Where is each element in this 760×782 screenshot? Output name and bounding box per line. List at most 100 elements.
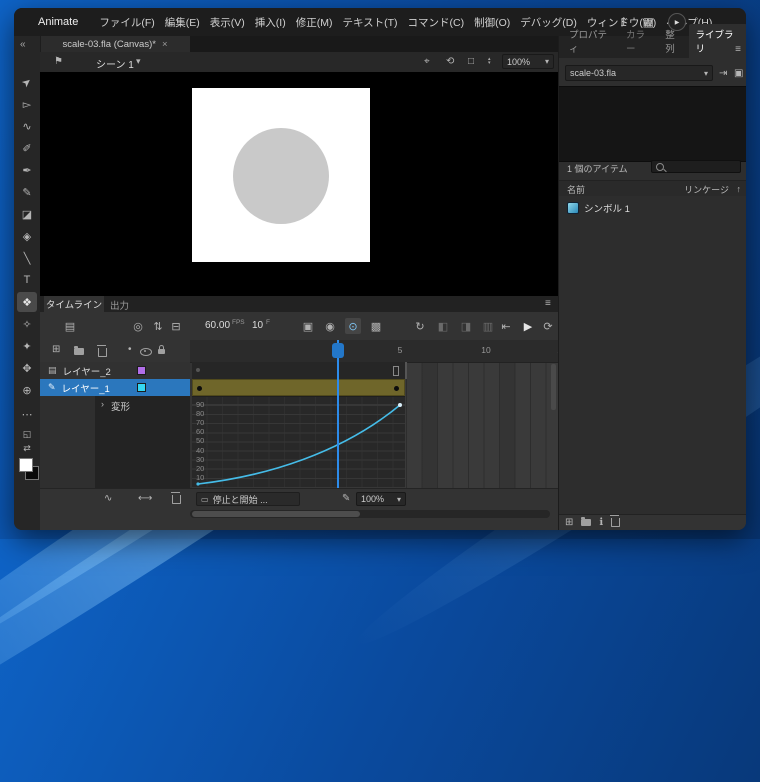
polystar-tool[interactable]: ✦ — [17, 336, 37, 356]
library-document-select[interactable]: scale-03.fla ▾ — [565, 65, 713, 81]
menu-view[interactable]: 表示(V) — [210, 15, 245, 30]
parenting-view-icon[interactable]: ⇅ — [150, 318, 166, 334]
layer-outline-color[interactable] — [137, 366, 146, 375]
layer-depth-icon[interactable]: ▤ — [62, 318, 78, 334]
lock-layers-icon[interactable] — [158, 349, 165, 354]
cut-frames-icon[interactable]: ▣ — [300, 318, 316, 334]
library-list[interactable]: シンボル 1 — [559, 196, 746, 514]
frame-rate-value[interactable]: 60.00 — [205, 320, 230, 331]
loop-frames-icon[interactable]: ↻ — [412, 318, 428, 334]
subselection-tool[interactable]: ▻ — [17, 94, 37, 114]
new-library-panel-icon[interactable]: ▣ — [734, 68, 743, 79]
hand-tool[interactable]: ✥ — [17, 358, 37, 378]
collapse-panel-icon[interactable]: « — [20, 39, 26, 50]
eraser-tool[interactable]: ◪ — [17, 204, 37, 224]
menu-commands[interactable]: コマンド(C) — [408, 15, 465, 30]
show-hide-icon[interactable] — [140, 348, 152, 356]
layer1-tween-span[interactable] — [192, 379, 405, 396]
close-icon[interactable]: × — [162, 39, 168, 50]
paint-bucket-tool[interactable]: ◈ — [17, 226, 37, 246]
tween-property-label[interactable]: 変形 — [111, 399, 130, 413]
tween-right-icon[interactable]: ▥ — [480, 318, 496, 334]
panel-menu-icon[interactable]: ≡ — [545, 298, 551, 309]
tab-output[interactable]: 出力 — [110, 298, 129, 312]
layer-outline-color[interactable] — [137, 383, 146, 392]
fluid-brush-tool[interactable]: ✐ — [17, 138, 37, 158]
frame-ruler[interactable]: 5 10 15 20 — [190, 340, 558, 363]
clip-content-icon[interactable]: □ — [468, 56, 474, 67]
loop-playback-icon[interactable]: ⟳ — [540, 318, 556, 334]
pen-tool[interactable]: ✒ — [17, 160, 37, 180]
ease-value-select[interactable]: 100% ▾ — [356, 492, 406, 506]
advanced-layers-icon[interactable]: ⊟ — [168, 318, 184, 334]
delete-layer-icon[interactable] — [98, 348, 107, 357]
timeline-vertical-scrollbar[interactable] — [551, 364, 556, 410]
layer2-frame-span[interactable] — [192, 362, 407, 379]
document-tab[interactable]: scale-03.fla (Canvas)* × — [40, 36, 190, 52]
onion-outlines-icon[interactable]: ⊙ — [345, 318, 361, 334]
tween-left-icon[interactable]: ◨ — [458, 318, 474, 334]
new-symbol-icon[interactable]: ⊞ — [565, 517, 573, 528]
menu-modify[interactable]: 修正(M) — [296, 15, 333, 30]
eyedropper-tool[interactable]: ✧ — [17, 314, 37, 334]
layer-name[interactable]: レイヤー_2 — [63, 364, 111, 378]
fit-timeline-icon[interactable]: ⟷ — [138, 493, 152, 504]
library-search-input[interactable] — [651, 160, 741, 173]
fill-color-swatch[interactable] — [19, 458, 33, 472]
center-stage-icon[interactable]: ⌖ — [424, 56, 430, 67]
highlight-layers-icon[interactable]: • — [128, 344, 132, 355]
new-layer-icon[interactable]: ⊞ — [52, 344, 60, 355]
column-linkage[interactable]: リンケージ — [684, 183, 729, 196]
ease-curve[interactable] — [192, 397, 405, 488]
playhead[interactable] — [332, 343, 344, 358]
zoom-stepper[interactable]: ▴ ▾ — [488, 57, 491, 65]
delete-item-icon[interactable] — [611, 518, 620, 527]
tab-color[interactable]: カラー — [620, 24, 659, 58]
delete-ease-icon[interactable] — [172, 495, 181, 504]
step-down-icon[interactable]: ▾ — [488, 61, 491, 65]
swap-colors-icon[interactable]: ⇄ — [17, 438, 37, 458]
asset-warp-tool[interactable]: ❖ — [17, 292, 37, 312]
item-properties-icon[interactable]: ℹ — [599, 517, 603, 528]
disclosure-icon[interactable]: › — [101, 399, 104, 409]
play-button[interactable]: ▶ — [520, 318, 536, 334]
menu-text[interactable]: テキスト(T) — [342, 15, 397, 30]
library-item[interactable]: シンボル 1 — [559, 200, 746, 216]
frames-area[interactable]: 5 10 15 20 90 80 70 60 50 40 30 20 — [190, 340, 558, 488]
menu-control[interactable]: 制御(O) — [474, 15, 510, 30]
line-tool[interactable]: ╲ — [17, 248, 37, 268]
timeline-horizontal-scrollbar[interactable] — [190, 510, 550, 518]
circle-shape[interactable] — [233, 128, 329, 224]
scrollbar-thumb[interactable] — [192, 511, 360, 517]
sort-ascending-icon[interactable]: ↑ — [737, 184, 742, 194]
edit-ease-icon[interactable]: ✎ — [342, 493, 350, 504]
ease-preset-button[interactable]: ▭ 停止と開始 ... — [196, 492, 300, 506]
tab-timeline[interactable]: タイムライン — [44, 296, 104, 312]
onion-skin-icon[interactable]: ◉ — [322, 318, 338, 334]
new-folder-icon[interactable] — [74, 348, 84, 355]
stage-zoom-select[interactable]: 100% ▾ — [502, 54, 554, 69]
edit-multiple-frames-icon[interactable]: ▩ — [368, 318, 384, 334]
new-folder-icon[interactable] — [581, 519, 591, 526]
menu-edit[interactable]: 編集(E) — [165, 15, 200, 30]
menu-file[interactable]: ファイル(F) — [99, 15, 154, 30]
stage-pasteboard[interactable] — [40, 72, 558, 296]
lasso-tool[interactable]: ∿ — [17, 116, 37, 136]
column-name[interactable]: 名前 — [567, 183, 585, 196]
layer-row-1[interactable]: ✎ レイヤー_1 — [40, 379, 190, 396]
layer-row-2[interactable]: ▤ レイヤー_2 — [40, 362, 190, 380]
rotate-view-icon[interactable]: ⟲ — [446, 56, 454, 67]
library-item-name[interactable]: シンボル 1 — [584, 201, 630, 215]
chevron-down-icon[interactable]: ▾ — [136, 56, 141, 67]
pin-library-icon[interactable]: ⇥ — [719, 68, 727, 79]
ease-curve-icon[interactable]: ∿ — [104, 493, 112, 504]
tab-align[interactable]: 整列 — [659, 24, 689, 58]
zoom-tool[interactable]: ⊕ — [17, 380, 37, 400]
menu-insert[interactable]: 挿入(I) — [255, 15, 286, 30]
more-tools-button[interactable]: ⋯ — [17, 404, 37, 424]
ease-curve-editor[interactable]: 90 80 70 60 50 40 30 20 10 — [192, 396, 405, 488]
camera-icon[interactable]: ◎ — [130, 318, 146, 334]
layer-name[interactable]: レイヤー_1 — [62, 381, 110, 395]
tab-properties[interactable]: プロパティ — [563, 24, 620, 58]
playhead-line[interactable] — [337, 340, 339, 488]
